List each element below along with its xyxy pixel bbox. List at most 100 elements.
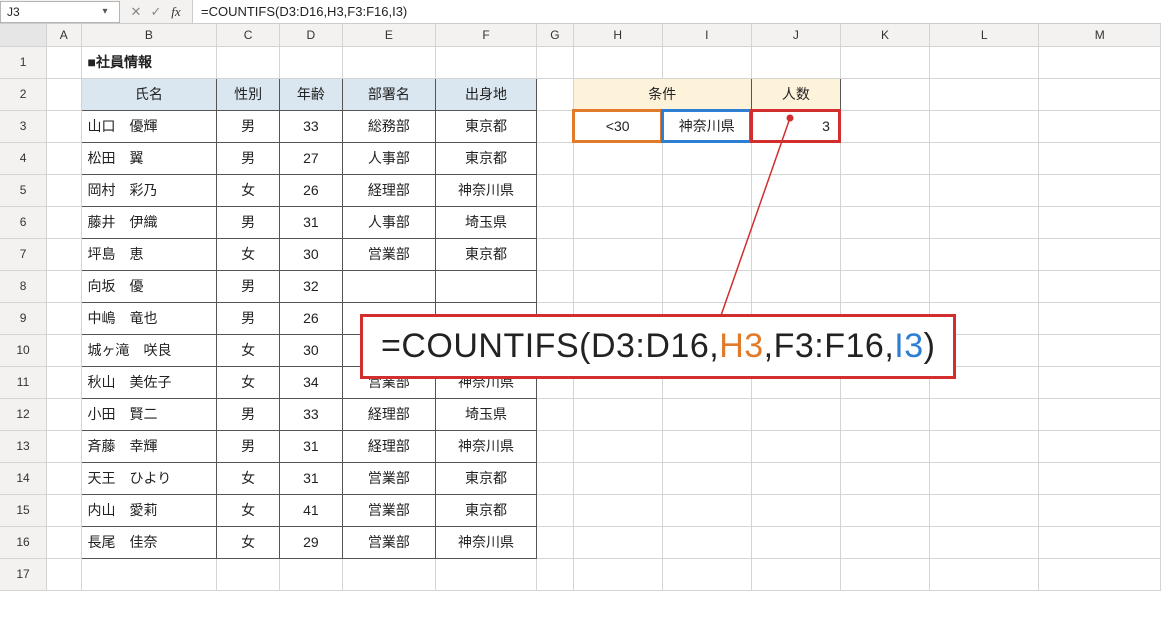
col-header-M[interactable]: M bbox=[1039, 24, 1161, 46]
cell-M11[interactable] bbox=[1039, 366, 1161, 398]
cell-J12[interactable] bbox=[751, 398, 840, 430]
cell-C5[interactable]: 女 bbox=[217, 174, 280, 206]
cell-D2[interactable]: 年齢 bbox=[279, 78, 342, 110]
cell-E7[interactable]: 営業部 bbox=[342, 238, 435, 270]
cell-K14[interactable] bbox=[840, 462, 929, 494]
cell-B1[interactable]: ■社員情報 bbox=[81, 46, 217, 78]
cell-K16[interactable] bbox=[840, 526, 929, 558]
cell-D11[interactable]: 34 bbox=[279, 366, 342, 398]
cell-I4[interactable] bbox=[662, 142, 751, 174]
cell-A10[interactable] bbox=[47, 334, 81, 366]
cell-C17[interactable] bbox=[217, 558, 280, 590]
cell-C6[interactable]: 男 bbox=[217, 206, 280, 238]
cell-L2[interactable] bbox=[930, 78, 1039, 110]
cell-C3[interactable]: 男 bbox=[217, 110, 280, 142]
cell-A7[interactable] bbox=[47, 238, 81, 270]
cell-B8[interactable]: 向坂 優 bbox=[81, 270, 217, 302]
cell-L15[interactable] bbox=[930, 494, 1039, 526]
cell-J8[interactable] bbox=[751, 270, 840, 302]
col-header-D[interactable]: D bbox=[279, 24, 342, 46]
cell-A3[interactable] bbox=[47, 110, 81, 142]
row-header-6[interactable]: 6 bbox=[0, 206, 47, 238]
cell-I12[interactable] bbox=[662, 398, 751, 430]
cell-G14[interactable] bbox=[537, 462, 573, 494]
cell-M7[interactable] bbox=[1039, 238, 1161, 270]
cell-K8[interactable] bbox=[840, 270, 929, 302]
cell-B5[interactable]: 岡村 彩乃 bbox=[81, 174, 217, 206]
row-header-15[interactable]: 15 bbox=[0, 494, 47, 526]
formula-input[interactable]: =COUNTIFS(D3:D16,H3,F3:F16,I3) bbox=[192, 0, 1161, 23]
cell-G12[interactable] bbox=[537, 398, 573, 430]
cell-B9[interactable]: 中嶋 竜也 bbox=[81, 302, 217, 334]
cell-M6[interactable] bbox=[1039, 206, 1161, 238]
cell-D17[interactable] bbox=[279, 558, 342, 590]
cell-C9[interactable]: 男 bbox=[217, 302, 280, 334]
row-header-14[interactable]: 14 bbox=[0, 462, 47, 494]
cell-D7[interactable]: 30 bbox=[279, 238, 342, 270]
row-header-7[interactable]: 7 bbox=[0, 238, 47, 270]
cell-K12[interactable] bbox=[840, 398, 929, 430]
cell-J6[interactable] bbox=[751, 206, 840, 238]
cell-E16[interactable]: 営業部 bbox=[342, 526, 435, 558]
cell-K1[interactable] bbox=[840, 46, 929, 78]
cell-G6[interactable] bbox=[537, 206, 573, 238]
cell-J15[interactable] bbox=[751, 494, 840, 526]
enter-icon[interactable]: ✓ bbox=[150, 4, 162, 20]
col-header-J[interactable]: J bbox=[751, 24, 840, 46]
cell-H15[interactable] bbox=[573, 494, 662, 526]
row-header-8[interactable]: 8 bbox=[0, 270, 47, 302]
cell-F15[interactable]: 東京都 bbox=[435, 494, 536, 526]
cell-J7[interactable] bbox=[751, 238, 840, 270]
cell-E15[interactable]: 営業部 bbox=[342, 494, 435, 526]
cell-HI2[interactable]: 条件 bbox=[573, 78, 751, 110]
cell-M8[interactable] bbox=[1039, 270, 1161, 302]
cell-M9[interactable] bbox=[1039, 302, 1161, 334]
cell-J4[interactable] bbox=[751, 142, 840, 174]
cell-J2[interactable]: 人数 bbox=[751, 78, 840, 110]
cell-D10[interactable]: 30 bbox=[279, 334, 342, 366]
cell-G15[interactable] bbox=[537, 494, 573, 526]
cell-D8[interactable]: 32 bbox=[279, 270, 342, 302]
cell-G13[interactable] bbox=[537, 430, 573, 462]
cell-C8[interactable]: 男 bbox=[217, 270, 280, 302]
cell-D12[interactable]: 33 bbox=[279, 398, 342, 430]
cell-L14[interactable] bbox=[930, 462, 1039, 494]
cell-M14[interactable] bbox=[1039, 462, 1161, 494]
cell-K15[interactable] bbox=[840, 494, 929, 526]
col-header-E[interactable]: E bbox=[342, 24, 435, 46]
cell-A9[interactable] bbox=[47, 302, 81, 334]
cell-D13[interactable]: 31 bbox=[279, 430, 342, 462]
cell-B17[interactable] bbox=[81, 558, 217, 590]
cell-C14[interactable]: 女 bbox=[217, 462, 280, 494]
cell-E1[interactable] bbox=[342, 46, 435, 78]
row-header-3[interactable]: 3 bbox=[0, 110, 47, 142]
cancel-icon[interactable]: ✕ bbox=[130, 4, 142, 20]
cell-L5[interactable] bbox=[930, 174, 1039, 206]
cell-J13[interactable] bbox=[751, 430, 840, 462]
cell-F1[interactable] bbox=[435, 46, 536, 78]
cell-F17[interactable] bbox=[435, 558, 536, 590]
cell-L8[interactable] bbox=[930, 270, 1039, 302]
cell-B13[interactable]: 斉藤 幸輝 bbox=[81, 430, 217, 462]
cell-M16[interactable] bbox=[1039, 526, 1161, 558]
cell-B12[interactable]: 小田 賢二 bbox=[81, 398, 217, 430]
col-header-C[interactable]: C bbox=[217, 24, 280, 46]
cell-G5[interactable] bbox=[537, 174, 573, 206]
row-header-13[interactable]: 13 bbox=[0, 430, 47, 462]
cell-F8[interactable] bbox=[435, 270, 536, 302]
cell-H14[interactable] bbox=[573, 462, 662, 494]
cell-J5[interactable] bbox=[751, 174, 840, 206]
col-header-G[interactable]: G bbox=[537, 24, 573, 46]
cell-L16[interactable] bbox=[930, 526, 1039, 558]
cell-A6[interactable] bbox=[47, 206, 81, 238]
col-header-I[interactable]: I bbox=[662, 24, 751, 46]
cell-C16[interactable]: 女 bbox=[217, 526, 280, 558]
cell-F5[interactable]: 神奈川県 bbox=[435, 174, 536, 206]
cell-K7[interactable] bbox=[840, 238, 929, 270]
cell-I5[interactable] bbox=[662, 174, 751, 206]
cell-B7[interactable]: 坪島 恵 bbox=[81, 238, 217, 270]
cell-I16[interactable] bbox=[662, 526, 751, 558]
cell-B3[interactable]: 山口 優輝 bbox=[81, 110, 217, 142]
row-header-10[interactable]: 10 bbox=[0, 334, 47, 366]
row-header-11[interactable]: 11 bbox=[0, 366, 47, 398]
